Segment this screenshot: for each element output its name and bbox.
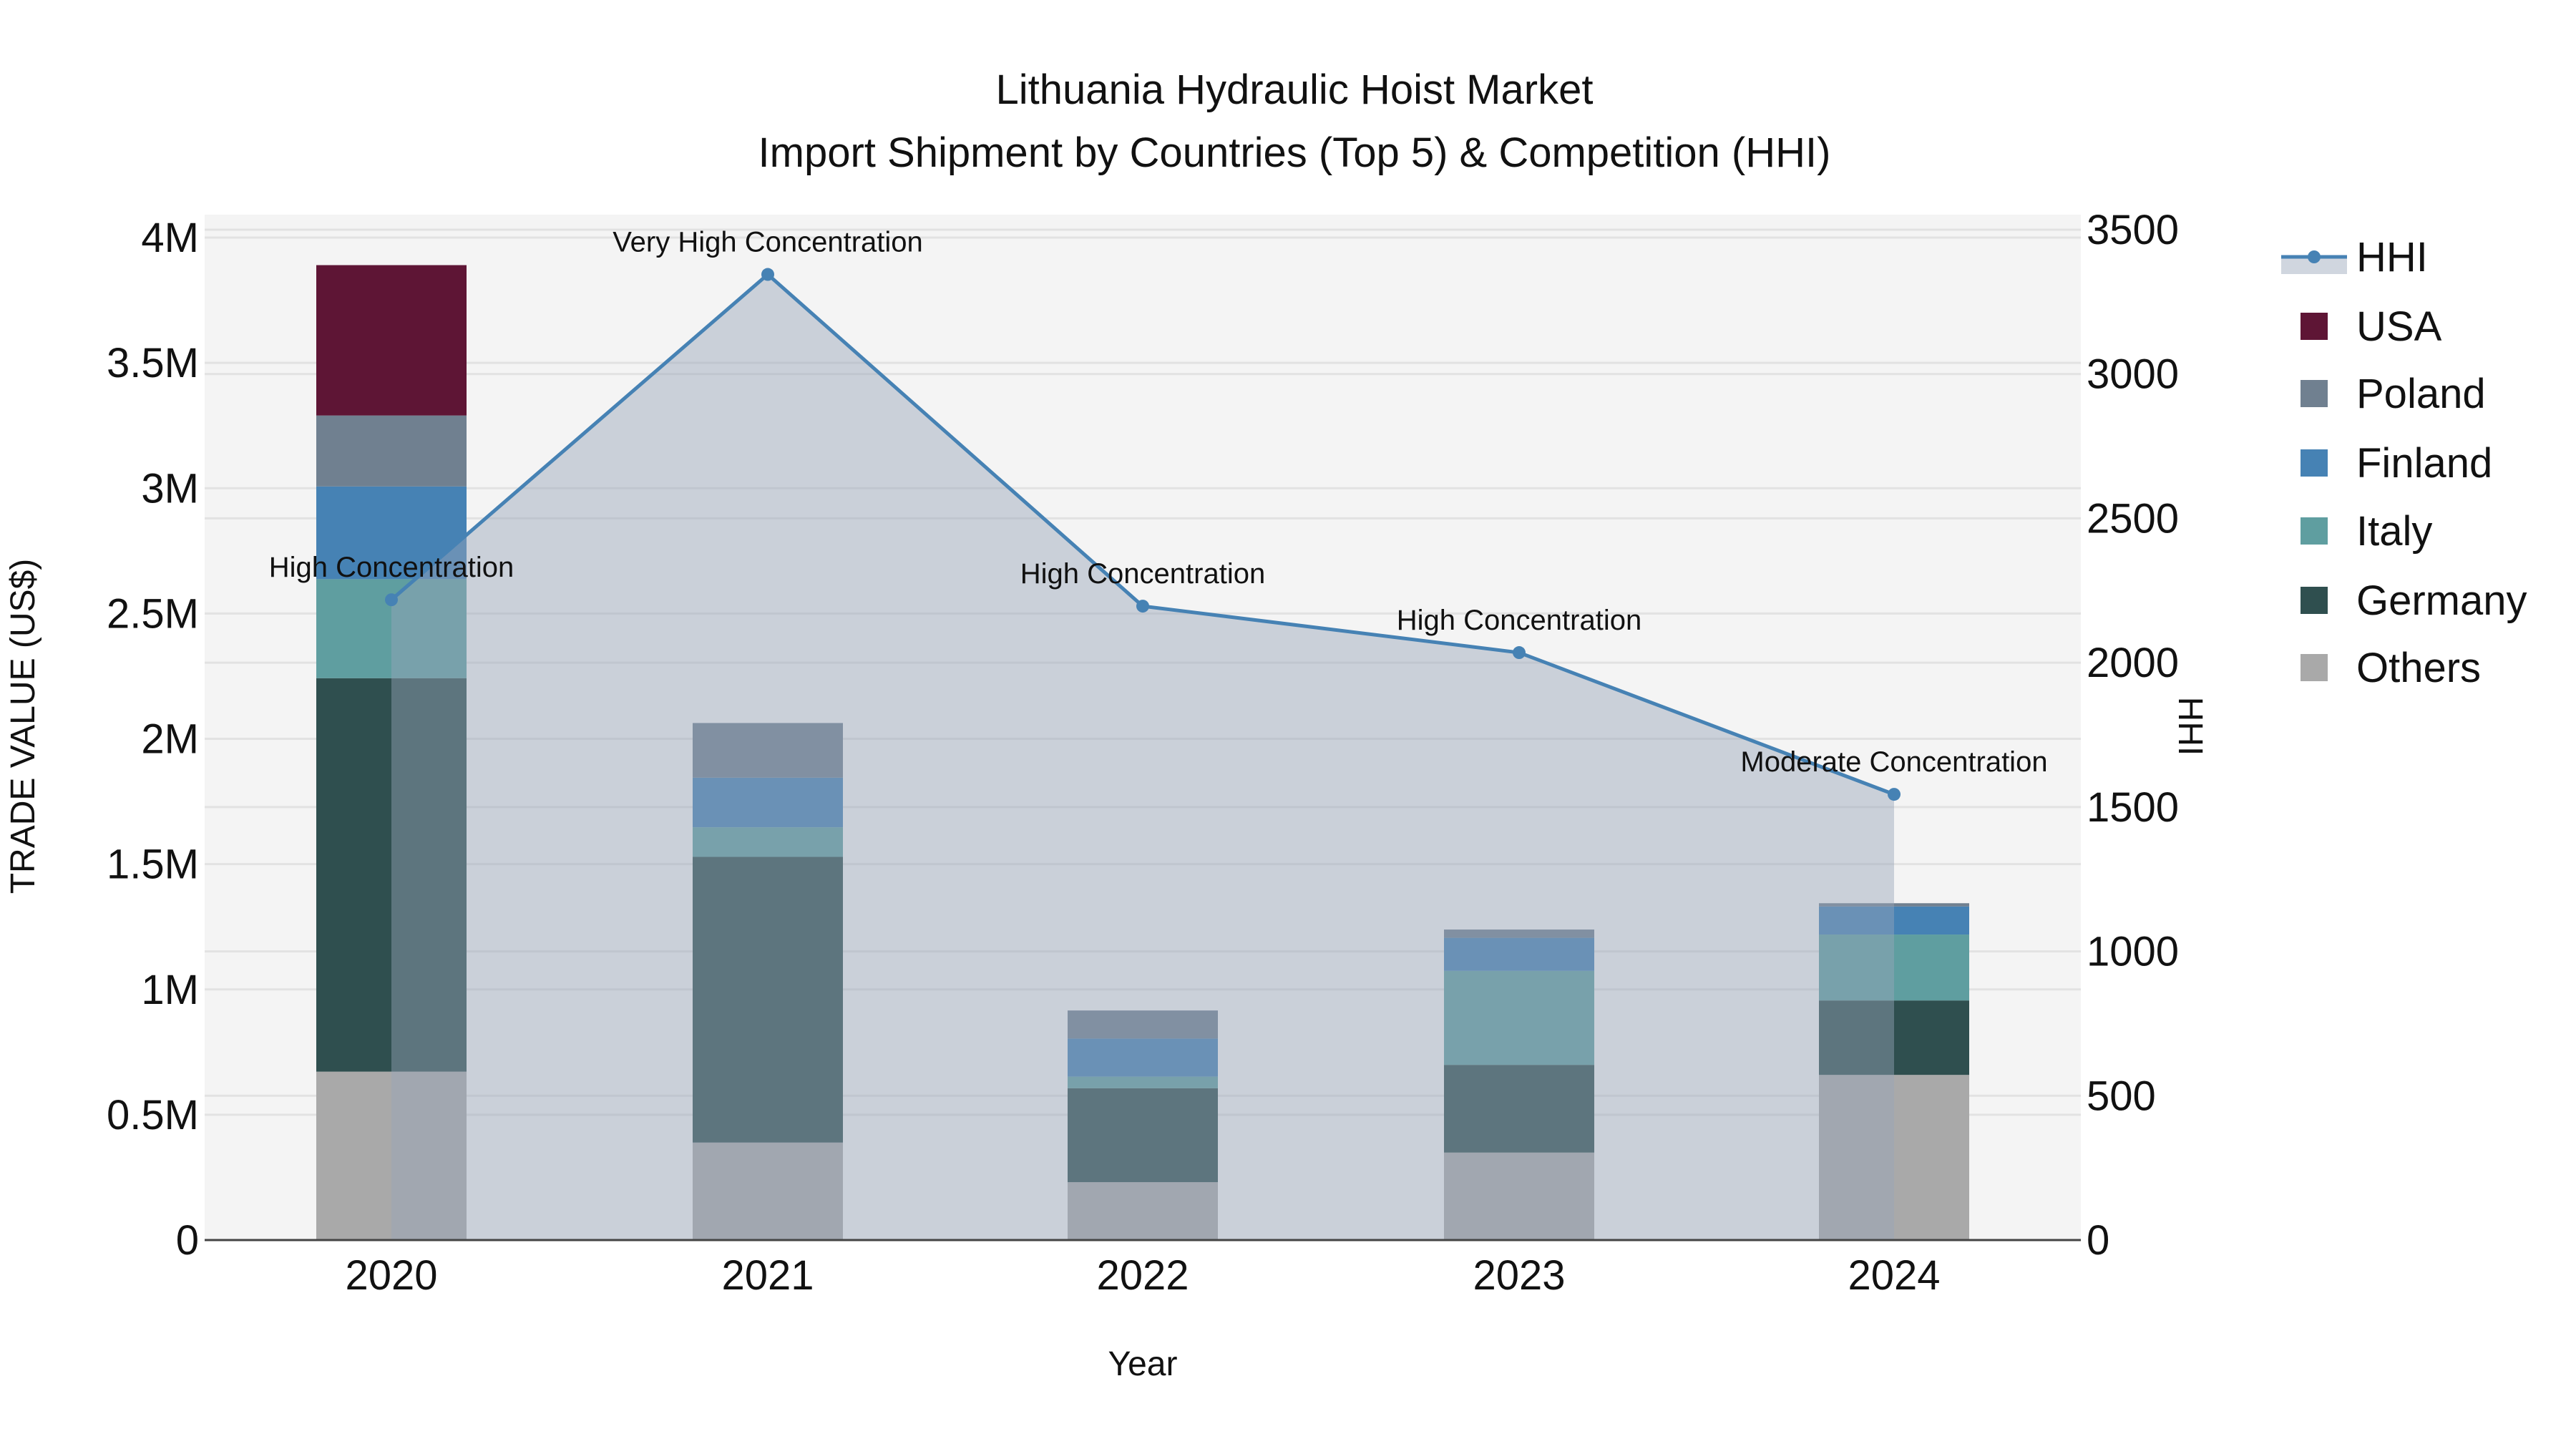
legend-label-others: Others — [2356, 645, 2481, 691]
bar-usa-2020 — [316, 265, 467, 416]
hhi-point-2022 — [1136, 600, 1149, 613]
y2-tick-label: 2500 — [2087, 495, 2179, 542]
y2-tick-label: 3000 — [2087, 351, 2179, 398]
y-axis-ticks: 0 0.5M 1M 1.5M 2M 2.5M 3M 3.5M 4M — [107, 215, 199, 1264]
legend-swatch-finland — [2301, 449, 2328, 477]
y-tick-label: 1.5M — [107, 841, 199, 888]
hhi-annotation: High Concentration — [269, 552, 514, 583]
y-axis-title: TRADE VALUE (US$) — [4, 559, 42, 894]
legend-swatch-hhi-marker — [2308, 250, 2321, 263]
x-tick-label: 2020 — [345, 1252, 437, 1299]
legend-swatch-germany — [2301, 587, 2328, 614]
y2-tick-label: 1000 — [2087, 929, 2179, 975]
hhi-annotation: High Concentration — [1397, 605, 1641, 636]
y2-tick-label: 2000 — [2087, 640, 2179, 686]
x-tick-label: 2024 — [1848, 1252, 1940, 1299]
bar-poland-2020 — [316, 415, 467, 487]
hhi-point-2020 — [385, 593, 398, 607]
legend-label-usa: USA — [2356, 303, 2442, 350]
hhi-annotation: Very High Concentration — [613, 227, 923, 258]
y-tick-label: 3M — [141, 465, 199, 512]
legend-label-poland: Poland — [2356, 371, 2486, 417]
legend-label-hhi: HHI — [2356, 234, 2428, 280]
chart-subtitle: Import Shipment by Countries (Top 5) & C… — [758, 130, 1831, 176]
y2-axis-ticks: 0 500 1000 1500 2000 2500 3000 3500 — [2087, 207, 2179, 1264]
x-axis-ticks: 2020 2021 2022 2023 2024 — [345, 1252, 1940, 1299]
hhi-annotation: Moderate Concentration — [1740, 746, 2047, 778]
chart: High Concentration Very High Concentratio… — [4, 67, 2527, 1383]
y2-tick-label: 3500 — [2087, 207, 2179, 253]
y2-tick-label: 0 — [2087, 1217, 2109, 1264]
y-tick-label: 0 — [176, 1217, 199, 1264]
hhi-point-2024 — [1888, 788, 1901, 801]
x-axis-title: Year — [1108, 1345, 1178, 1383]
y-tick-label: 2.5M — [107, 590, 199, 637]
y-tick-label: 0.5M — [107, 1092, 199, 1138]
legend: HHI USA Poland Finland Italy Germany Others — [2281, 234, 2527, 691]
legend-label-germany: Germany — [2356, 577, 2527, 624]
hhi-point-2023 — [1513, 646, 1526, 660]
legend-label-finland: Finland — [2356, 440, 2492, 487]
hhi-annotation: High Concentration — [1020, 558, 1265, 590]
legend-label-italy: Italy — [2356, 508, 2432, 555]
legend-swatch-italy — [2301, 517, 2328, 545]
chart-title: Lithuania Hydraulic Hoist Market — [996, 67, 1594, 113]
legend-swatch-poland — [2301, 380, 2328, 407]
x-tick-label: 2021 — [721, 1252, 814, 1299]
y-tick-label: 3.5M — [107, 340, 199, 386]
y2-tick-label: 1500 — [2087, 784, 2179, 831]
y-tick-label: 1M — [141, 967, 199, 1013]
x-tick-label: 2022 — [1096, 1252, 1189, 1299]
y2-axis-title: HHI — [2171, 697, 2209, 756]
y-tick-label: 4M — [141, 215, 199, 261]
x-tick-label: 2023 — [1473, 1252, 1565, 1299]
y2-tick-label: 500 — [2087, 1073, 2156, 1119]
legend-swatch-others — [2301, 654, 2328, 681]
legend-swatch-usa — [2301, 313, 2328, 340]
y-tick-label: 2M — [141, 716, 199, 763]
hhi-point-2021 — [761, 268, 774, 281]
